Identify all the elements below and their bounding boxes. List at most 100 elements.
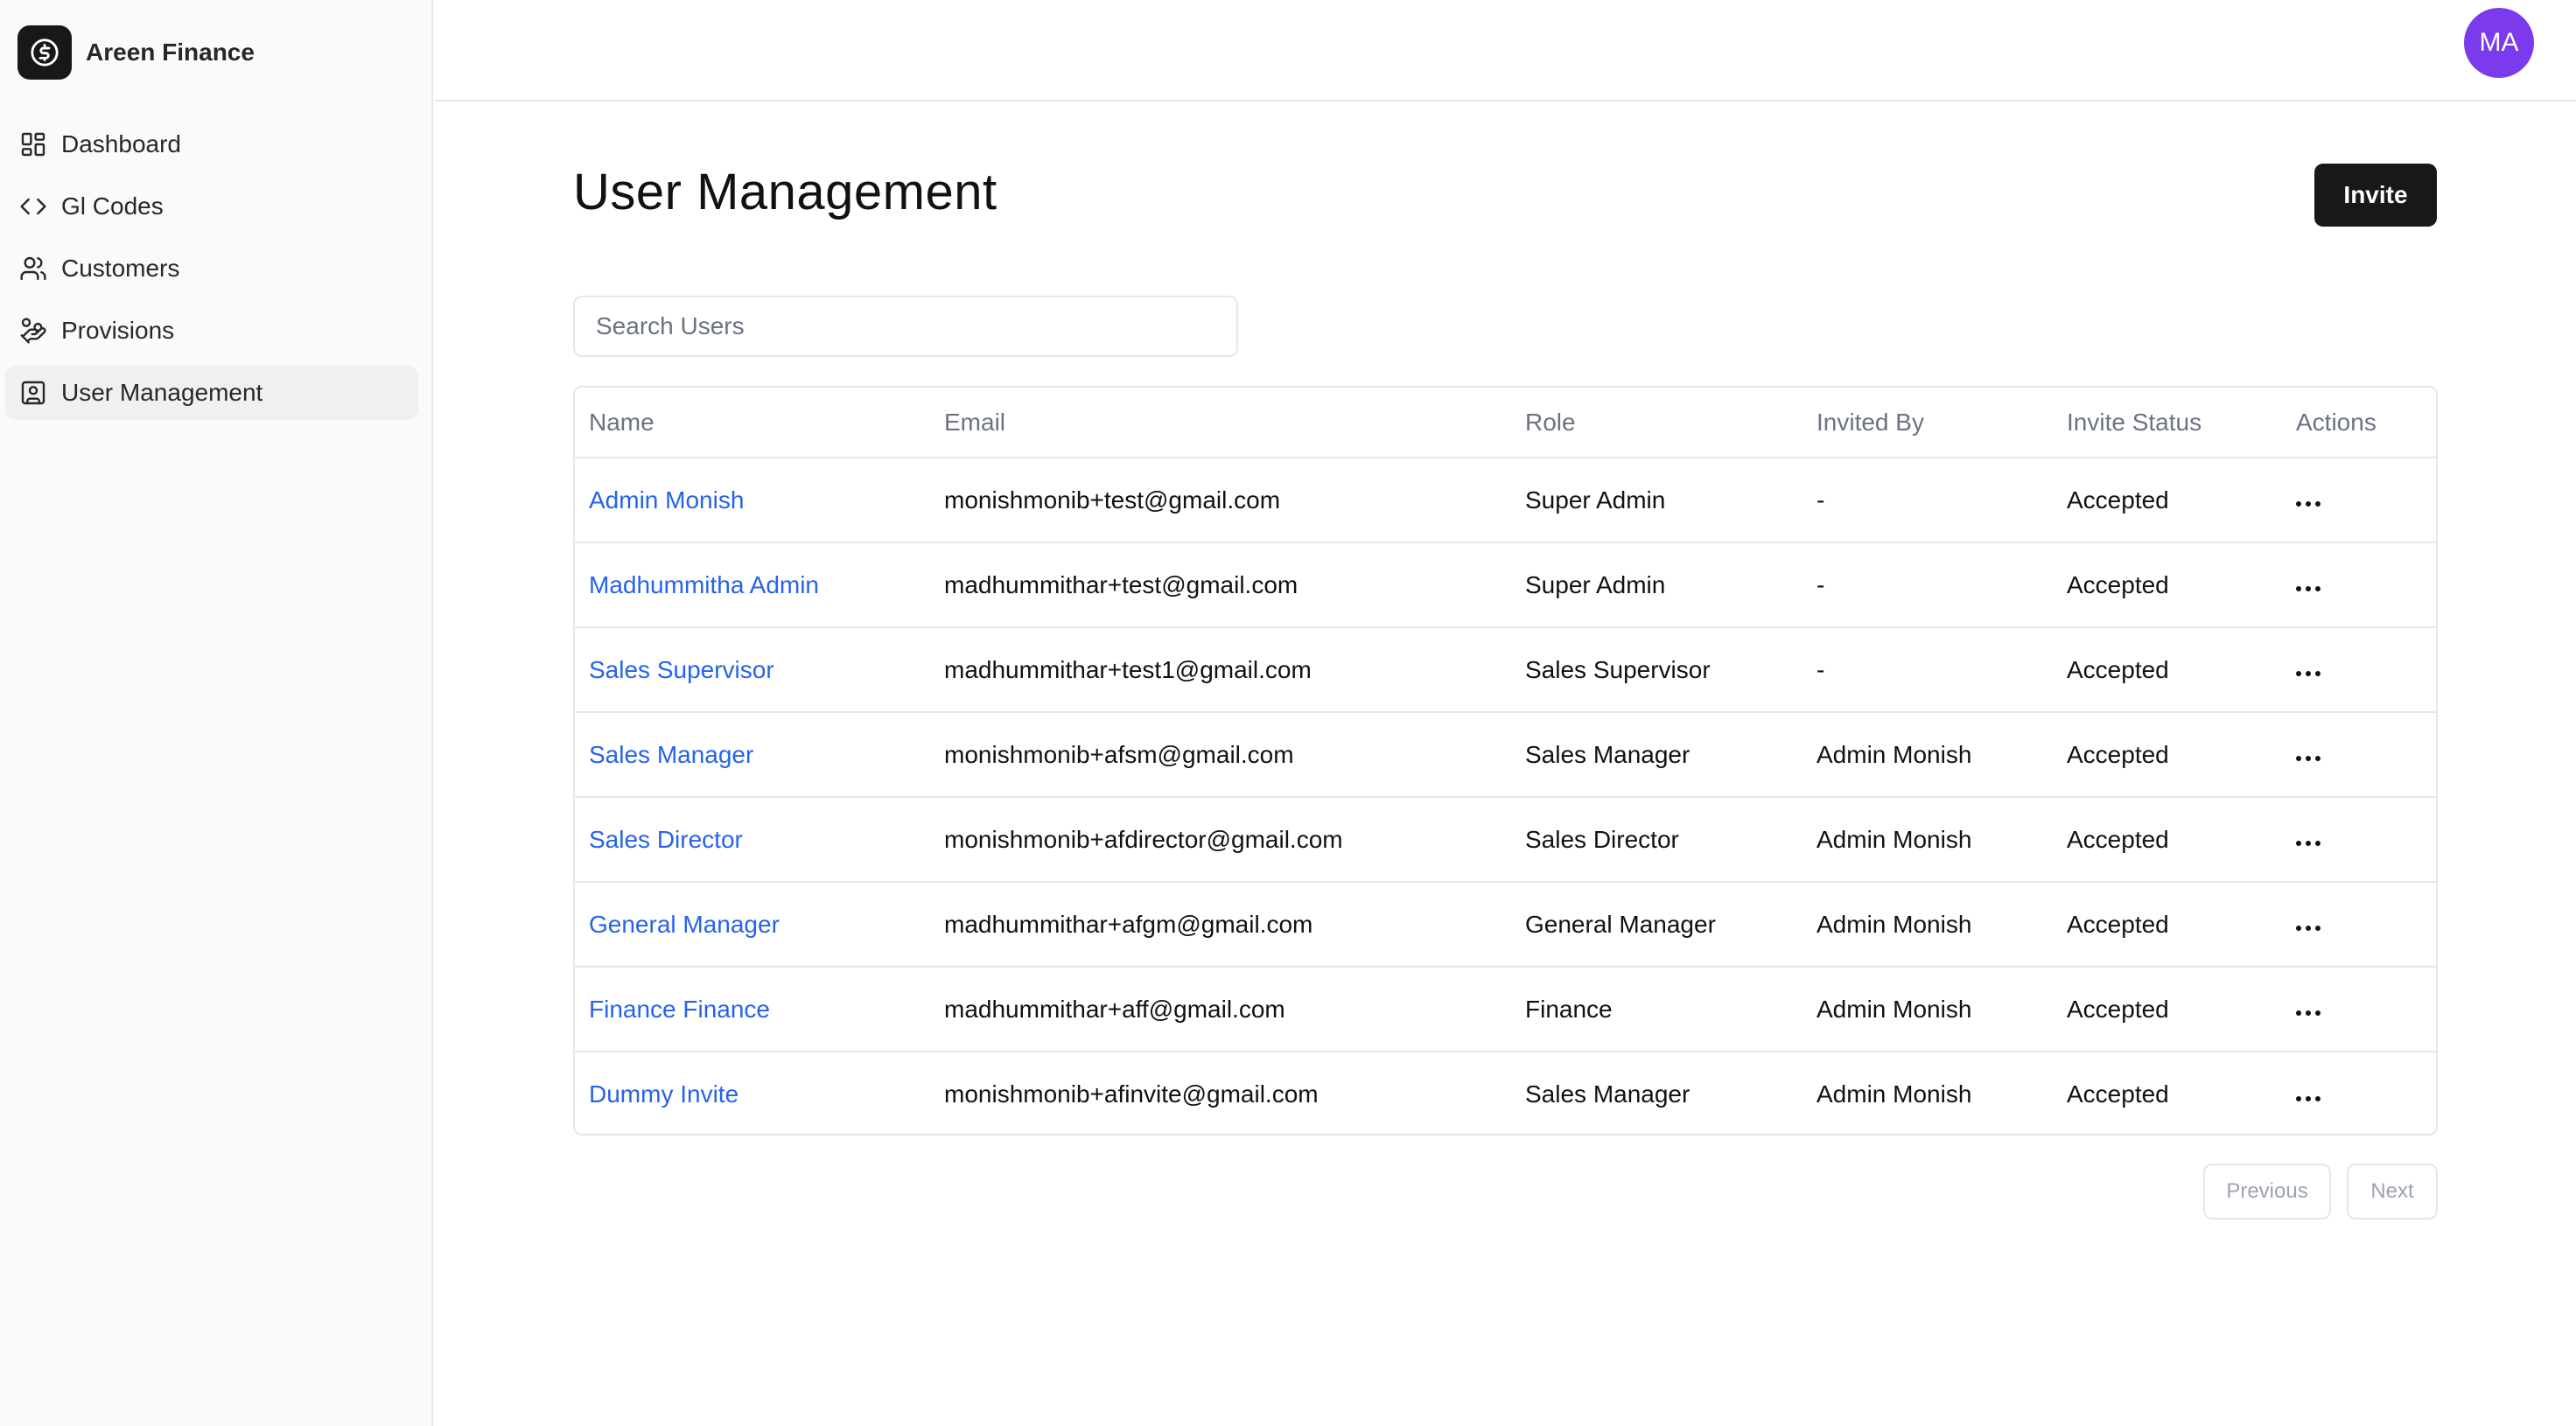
cell-invited-by: Admin Monish xyxy=(1802,712,2053,798)
brand[interactable]: Areen Finance xyxy=(18,25,255,80)
cell-role: Sales Manager xyxy=(1511,712,1802,798)
cell-role: Finance xyxy=(1511,967,1802,1052)
brand-name: Areen Finance xyxy=(86,38,255,66)
user-name-link[interactable]: Sales Manager xyxy=(589,741,753,768)
user-name-link[interactable]: Madhummitha Admin xyxy=(589,571,819,598)
users-table: Name Email Role Invited By Invite Status… xyxy=(573,386,2438,1136)
table-row: Sales Director monishmonib+afdirector@gma… xyxy=(575,797,2436,883)
column-header-name[interactable]: Name xyxy=(575,388,930,458)
cell-role: Super Admin xyxy=(1511,458,1802,543)
page-title: User Management xyxy=(573,164,998,220)
sidebar-item-label: Gl Codes xyxy=(61,192,164,220)
top-bar: MA xyxy=(435,0,2576,101)
more-actions-icon[interactable] xyxy=(2286,747,2331,770)
sidebar: Areen Finance Dashboard Gl Codes Custome… xyxy=(0,0,433,1426)
table-row: Sales Supervisor madhummithar+test1@gmail… xyxy=(575,627,2436,713)
search-input[interactable] xyxy=(573,296,1238,357)
cell-role: General Manager xyxy=(1511,882,1802,968)
cell-email: madhummithar+test@gmail.com xyxy=(930,542,1511,628)
sidebar-nav: Dashboard Gl Codes Customers Provisions … xyxy=(5,117,418,428)
sidebar-item-customers[interactable]: Customers xyxy=(5,241,418,296)
table-row: General Manager madhummithar+afgm@gmail.c… xyxy=(575,882,2436,968)
cell-name: Madhummitha Admin xyxy=(575,542,930,628)
user-name-link[interactable]: General Manager xyxy=(589,911,780,938)
more-actions-icon[interactable] xyxy=(2286,917,2331,940)
cell-invite-status: Accepted xyxy=(2053,542,2282,628)
column-header-email[interactable]: Email xyxy=(930,388,1511,458)
cell-invite-status: Accepted xyxy=(2067,1080,2169,1108)
cell-email: monishmonib+afdirector@gmail.com xyxy=(930,797,1511,883)
cell-role: Super Admin xyxy=(1511,542,1802,628)
user-name-link[interactable]: Admin Monish xyxy=(589,486,744,514)
cell-invited-by: Admin Monish xyxy=(1802,797,2053,883)
dashboard-icon xyxy=(18,129,48,159)
cell-role: Sales Director xyxy=(1511,797,1802,883)
sidebar-item-label: Dashboard xyxy=(61,130,181,157)
cell-actions xyxy=(2282,1052,2436,1134)
cell-actions xyxy=(2282,882,2436,968)
cell-actions xyxy=(2282,712,2436,798)
cell-name: Dummy Invite xyxy=(575,1052,930,1134)
user-name-link[interactable]: Sales Director xyxy=(589,826,743,853)
sidebar-item-label: Customers xyxy=(61,255,180,282)
sidebar-item-gl-codes[interactable]: Gl Codes xyxy=(5,179,418,234)
cell-role: Sales Supervisor xyxy=(1511,627,1802,713)
cell-name: Sales Supervisor xyxy=(575,627,930,713)
cell-email: madhummithar+test1@gmail.com xyxy=(930,627,1511,713)
cell-invite-status: Accepted xyxy=(2053,712,2282,798)
user-name-link[interactable]: Dummy Invite xyxy=(589,1080,738,1108)
dollar-circle-icon xyxy=(18,25,72,80)
more-actions-icon[interactable] xyxy=(2286,577,2331,600)
more-actions-icon[interactable] xyxy=(2286,662,2331,685)
cell-name: General Manager xyxy=(575,882,930,968)
cell-email: monishmonib+afinvite@gmail.com xyxy=(944,1080,1319,1108)
invite-button[interactable]: Invite xyxy=(2314,164,2437,227)
cell-invite-status: Accepted xyxy=(2053,967,2282,1052)
code-icon xyxy=(18,192,48,221)
more-actions-icon[interactable] xyxy=(2286,832,2331,855)
cell-actions xyxy=(2282,542,2436,628)
table-row: Admin Monish monishmonib+test@gmail.com Su… xyxy=(575,458,2436,543)
users-icon xyxy=(18,254,48,283)
cell-invite-status: Accepted xyxy=(2053,627,2282,713)
column-header-invited-by[interactable]: Invited By xyxy=(1802,388,2053,458)
avatar[interactable]: MA xyxy=(2464,8,2534,78)
table-row: Finance Finance madhummithar+aff@gmail.co… xyxy=(575,967,2436,1052)
cell-invited-by: - xyxy=(1802,627,2053,713)
sidebar-item-provisions[interactable]: Provisions xyxy=(5,304,418,358)
cell-name: Admin Monish xyxy=(575,458,930,543)
sidebar-item-dashboard[interactable]: Dashboard xyxy=(5,117,418,171)
column-header-role[interactable]: Role xyxy=(1511,388,1802,458)
cell-email: madhummithar+afgm@gmail.com xyxy=(930,882,1511,968)
more-actions-icon[interactable] xyxy=(2286,1002,2331,1024)
cell-invited-by: Admin Monish xyxy=(1802,882,2053,968)
cell-role: Sales Manager xyxy=(1525,1080,1690,1108)
previous-page-button[interactable]: Previous xyxy=(2203,1164,2331,1220)
sidebar-item-label: Provisions xyxy=(61,317,175,344)
sidebar-item-label: User Management xyxy=(61,379,263,406)
cell-name: Finance Finance xyxy=(575,967,930,1052)
cell-invited-by: Admin Monish xyxy=(1816,1080,1972,1108)
cell-email: monishmonib+afsm@gmail.com xyxy=(930,712,1511,798)
more-actions-icon[interactable] xyxy=(2286,1087,2331,1110)
cell-invite-status: Accepted xyxy=(2053,882,2282,968)
more-actions-icon[interactable] xyxy=(2286,493,2331,515)
cell-actions xyxy=(2282,627,2436,713)
sidebar-item-user-management[interactable]: User Management xyxy=(5,366,418,420)
cell-invited-by: Admin Monish xyxy=(1802,967,2053,1052)
column-header-invite-status[interactable]: Invite Status xyxy=(2053,388,2282,458)
cell-invite-status: Accepted xyxy=(2053,797,2282,883)
user-square-icon xyxy=(18,378,48,408)
cell-name: Sales Director xyxy=(575,797,930,883)
table-row: Sales Manager monishmonib+afsm@gmail.com S… xyxy=(575,712,2436,798)
cell-name: Sales Manager xyxy=(575,712,930,798)
next-page-button[interactable]: Next xyxy=(2347,1164,2438,1220)
cell-actions xyxy=(2282,797,2436,883)
user-name-link[interactable]: Sales Supervisor xyxy=(589,656,774,683)
column-header-actions: Actions xyxy=(2282,388,2436,458)
user-name-link[interactable]: Finance Finance xyxy=(589,996,770,1023)
cell-actions xyxy=(2282,458,2436,543)
cell-email: madhummithar+aff@gmail.com xyxy=(930,967,1511,1052)
hand-coins-icon xyxy=(18,316,48,346)
cell-email: monishmonib+test@gmail.com xyxy=(930,458,1511,543)
